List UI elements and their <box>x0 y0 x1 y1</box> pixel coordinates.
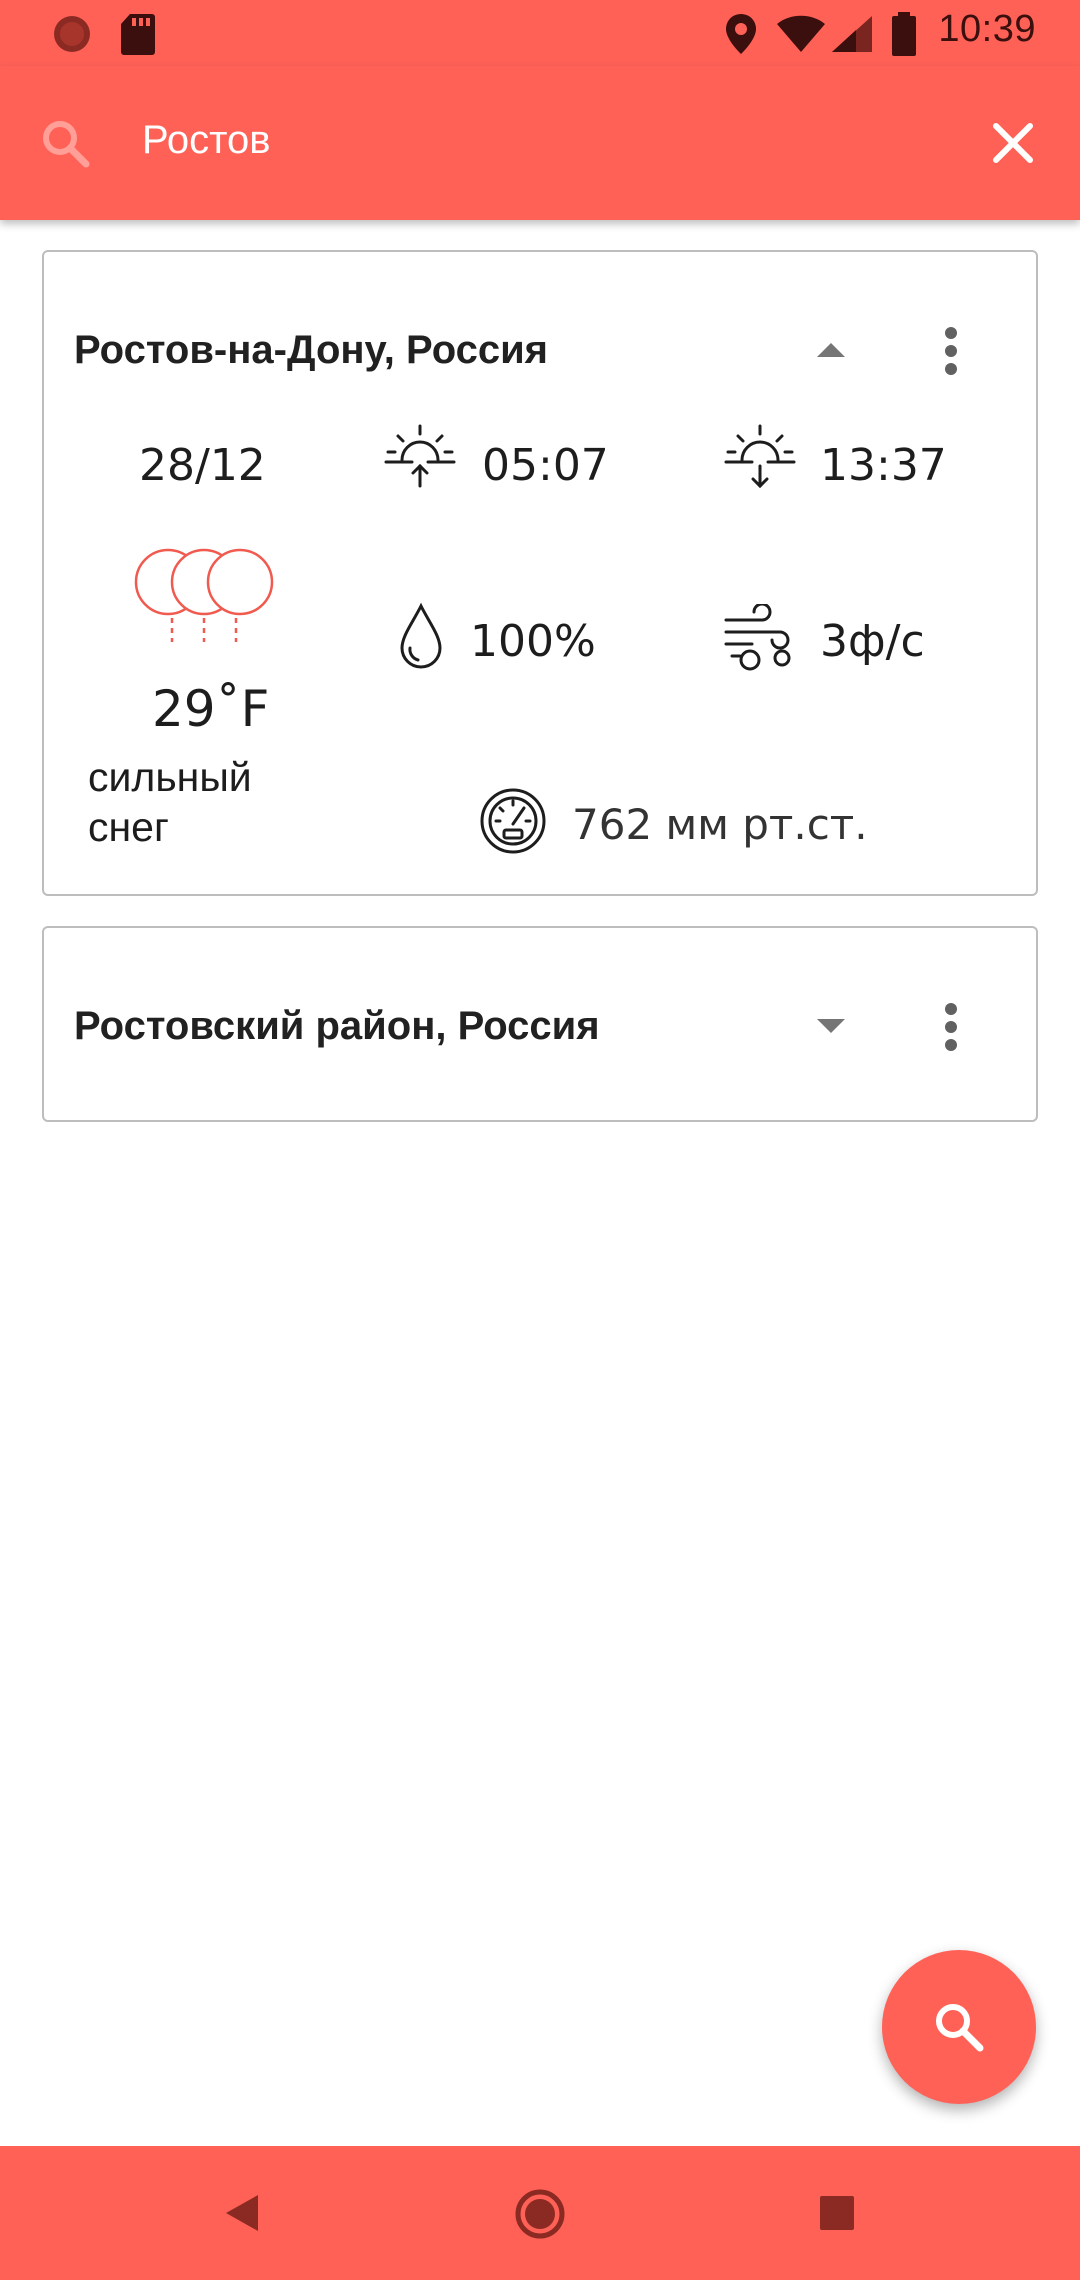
sunset-icon <box>724 424 796 489</box>
wifi-icon <box>777 15 825 52</box>
location-title: Ростов-на-Дону, Россия <box>74 328 549 372</box>
search-input[interactable]: Ростов <box>142 118 271 163</box>
humidity-value: 100% <box>470 616 596 667</box>
location-icon <box>726 14 756 54</box>
search-toolbar: Ростов <box>0 66 1080 220</box>
status-time: 10:39 <box>938 8 1036 50</box>
home-icon[interactable] <box>514 2188 566 2240</box>
result-card-expanded[interactable]: Ростов-на-Дону, Россия 28/12 05:07 13:37… <box>42 250 1038 896</box>
close-icon[interactable] <box>990 120 1036 166</box>
wind-value: 3ф/с <box>820 616 925 667</box>
result-card-collapsed[interactable]: Ростовский район, Россия <box>42 926 1038 1122</box>
weather-condition: сильный снег <box>88 754 252 850</box>
pressure-value: 762 мм рт.ст. <box>572 800 868 849</box>
navigation-bar <box>0 2146 1080 2280</box>
recents-icon[interactable] <box>818 2194 856 2232</box>
forecast-date: 28/12 <box>139 440 266 491</box>
wind-icon <box>724 604 791 671</box>
pressure-gauge-icon <box>480 788 546 854</box>
sunrise-icon <box>384 424 456 488</box>
sunset-time: 13:37 <box>820 440 947 491</box>
chevron-up-icon[interactable] <box>814 340 848 360</box>
more-vert-icon[interactable] <box>942 1002 960 1052</box>
battery-icon <box>892 12 916 56</box>
sd-card-icon <box>121 14 155 55</box>
chevron-down-icon[interactable] <box>814 1016 848 1036</box>
search-fab-button[interactable] <box>882 1950 1036 2104</box>
more-vert-icon[interactable] <box>942 326 960 376</box>
signal-icon <box>832 16 872 52</box>
status-bar: 10:39 <box>0 0 1080 66</box>
temperature: 29˚F <box>152 680 270 738</box>
search-icon <box>936 2004 984 2052</box>
search-icon <box>43 121 90 168</box>
heavy-snow-icon <box>134 548 274 642</box>
sunrise-time: 05:07 <box>482 440 609 491</box>
notification-dot-icon <box>54 16 90 52</box>
humidity-drop-icon <box>400 602 442 669</box>
location-title: Ростовский район, Россия <box>74 1004 600 1048</box>
back-icon[interactable] <box>222 2192 262 2234</box>
